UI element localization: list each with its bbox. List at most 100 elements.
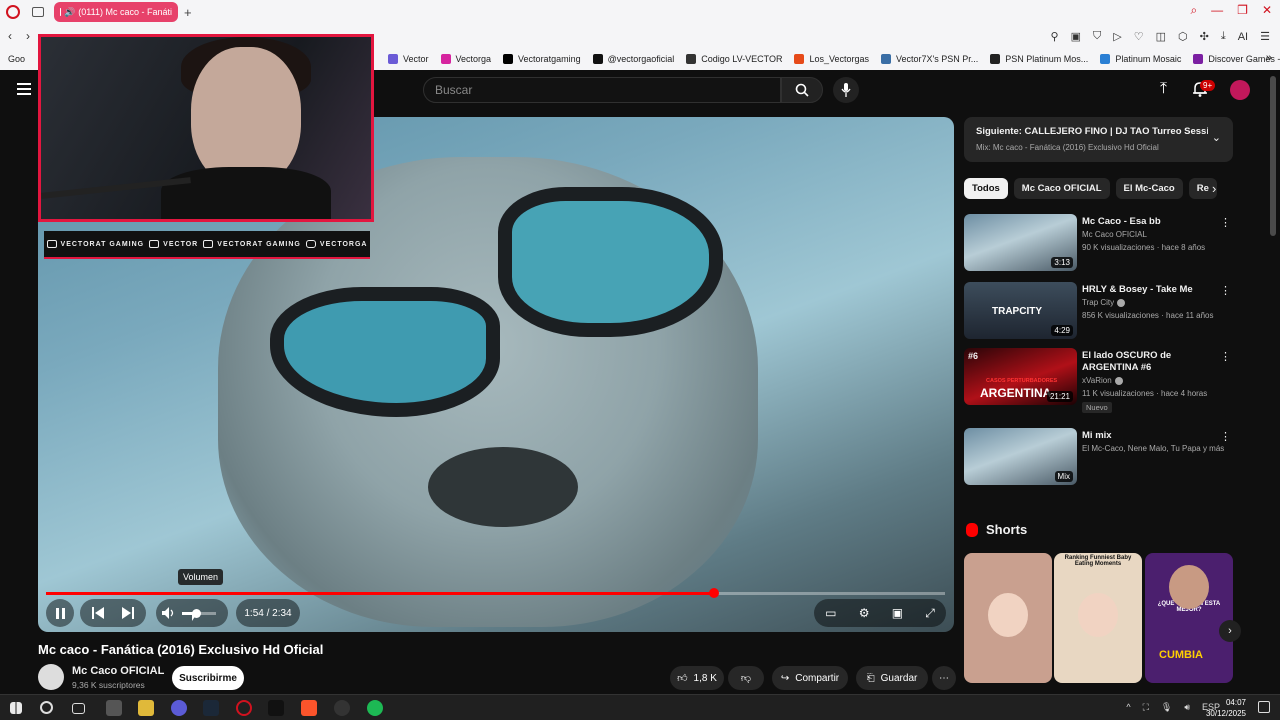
tray-chevron-icon[interactable]: ^ [1126,702,1130,713]
close-button[interactable]: ✕ [1262,3,1272,18]
menu-icon[interactable]: ☰ [1260,30,1270,43]
back-icon[interactable]: ‹ [8,29,12,43]
bookmark-item[interactable]: Vector [388,54,429,64]
channel-avatar[interactable] [38,664,64,690]
next-icon[interactable] [122,607,134,619]
volume-icon[interactable] [162,607,176,619]
bookmark-item[interactable]: Platinum Mosaic [1100,54,1181,64]
upload-icon[interactable]: ⤒ [1160,80,1167,98]
clipboard-icon[interactable]: ▣ [1071,30,1081,43]
bookmark-google[interactable]: Goo [8,54,25,64]
video-thumbnail[interactable]: Mix [964,428,1077,485]
recommendation-item[interactable]: TRAPCITY 4:29 HRLY & Bosey - Take Me Trap C… [964,282,1233,342]
progress-bar[interactable] [46,588,945,598]
save-button[interactable]: ⎗ Guardar [856,666,928,690]
opera-logo-icon[interactable] [6,5,20,19]
video-thumbnail[interactable]: 3:13 [964,214,1077,271]
subscribe-button[interactable]: Suscribirme [172,666,244,690]
pause-button[interactable] [46,599,74,627]
filter-chip[interactable]: Mc Caco OFICIAL [1013,178,1110,199]
forward-icon[interactable]: › [26,29,30,43]
spotify-icon[interactable] [367,700,383,716]
pin-icon[interactable]: ⚲ [1051,30,1059,43]
short-item[interactable]: ¿QUE VERSION ESTA MEJOR?CUMBIA [1145,553,1233,683]
dislike-button[interactable]: 👎︎ [728,666,764,690]
file-explorer-icon[interactable] [138,700,154,716]
user-avatar[interactable] [1230,80,1250,100]
network-icon[interactable]: ⛶ [1143,702,1149,713]
more-actions-button[interactable]: ⋯ [932,666,956,690]
bookmarks-more-icon[interactable]: » [1266,52,1272,64]
opera-icon[interactable] [236,700,252,716]
tab-list-icon[interactable] [32,7,44,17]
aria-ai-button[interactable]: AI [1238,31,1248,43]
volume-slider[interactable] [182,608,216,618]
recommendation-channel[interactable]: El Mc-Caco, Nene Malo, Tu Papa y más [1082,444,1224,453]
chevron-down-icon[interactable]: ⌄ [1212,131,1221,144]
app-icon-1[interactable] [106,700,122,716]
more-options-icon[interactable]: ⋮ [1220,216,1231,229]
bookmark-item[interactable]: Vector7X's PSN Pr... [881,54,978,64]
recommendation-item[interactable]: #6 CASOS PERTURBADORES ARGENTINA 21:21 El la… [964,348,1233,413]
recommendation-title[interactable]: HRLY & Bosey - Take Me [1082,284,1216,296]
epic-games-icon[interactable] [268,700,284,716]
extensions-icon[interactable]: ✣ [1200,30,1209,43]
search-icon[interactable]: ⌕ [1190,3,1197,18]
discord-icon[interactable] [171,700,187,716]
bookmark-item[interactable]: Los_Vectorgas [794,54,869,64]
bookmark-item[interactable]: Vectoratgaming [503,54,581,64]
recommendation-item[interactable]: 3:13 Mc Caco - Esa bb Mc Caco OFICIAL 90 K … [964,214,1233,274]
more-options-icon[interactable]: ⋮ [1220,350,1231,363]
recommendation-title[interactable]: Mc Caco - Esa bb [1082,216,1216,228]
up-next-mix-card[interactable]: Siguiente: CALLEJERO FINO | DJ TAO Turre… [964,117,1233,162]
play-icon[interactable]: ▷ [1113,30,1121,43]
short-item[interactable] [964,553,1052,683]
hamburger-menu-icon[interactable] [17,83,31,95]
windows-start-icon[interactable] [10,702,22,714]
minimize-button[interactable]: — [1211,3,1223,18]
recommendation-title[interactable]: Mi mix [1082,430,1216,442]
progress-scrubber[interactable] [708,588,719,598]
voice-search-button[interactable] [833,77,859,103]
more-options-icon[interactable]: ⋮ [1220,284,1231,297]
new-tab-button[interactable]: + [184,5,192,20]
page-scrollbar[interactable] [1270,76,1276,236]
tab-youtube[interactable]: 🔊 (0111) Mc caco - Fanáti [54,2,178,22]
short-item[interactable]: Ranking Funniest Baby Eating Moments [1054,553,1142,683]
mic-tray-icon[interactable]: 🎙︎ [1161,702,1172,713]
miniplayer-icon[interactable]: ▣ [892,606,903,620]
heart-icon[interactable]: ♡ [1134,30,1144,43]
fullscreen-icon[interactable]: ⤢ [925,606,935,621]
clock[interactable]: 04:07 30/12/2025 [1206,697,1246,719]
steam-icon[interactable] [203,700,219,716]
search-button[interactable] [781,77,823,103]
recommendation-title[interactable]: El lado OSCURO de ARGENTINA #6 [1082,350,1216,374]
brave-icon[interactable] [301,700,317,716]
task-view-icon[interactable] [72,703,85,714]
download-icon[interactable]: ⤓ [1221,30,1226,43]
bookmark-item[interactable]: Vectorga [440,54,491,64]
video-thumbnail[interactable]: #6 CASOS PERTURBADORES ARGENTINA 21:21 [964,348,1077,405]
recommendation-channel[interactable]: Mc Caco OFICIAL [1082,230,1147,239]
cube-icon[interactable]: ⬡ [1178,30,1188,43]
filter-chip[interactable]: El Mc-Caco [1115,178,1183,199]
snapshot-icon[interactable]: ◫ [1156,30,1166,43]
channel-name[interactable]: Mc Caco OFICIAL [72,665,164,677]
settings-gear-icon[interactable]: ⚙ [859,606,870,620]
bookmark-item[interactable]: @vectorgaoficial [592,54,674,64]
previous-icon[interactable] [92,607,104,619]
chevron-right-icon[interactable]: › [1212,181,1216,196]
volume-tray-icon[interactable]: 🔊︎ [1184,702,1190,713]
bookmark-item[interactable]: PSN Platinum Mos... [990,54,1088,64]
shield-icon[interactable]: ⛉ [1093,30,1101,43]
more-options-icon[interactable]: ⋮ [1220,430,1231,443]
recommendation-item[interactable]: Mix Mi mix El Mc-Caco, Nene Malo, Tu Papa … [964,428,1233,488]
recommendation-channel[interactable]: xVaRion [1082,376,1123,385]
notification-center-icon[interactable] [1258,701,1270,713]
search-input[interactable]: Buscar [423,77,781,103]
app-icon-2[interactable] [334,700,350,716]
search-icon[interactable] [40,701,53,714]
filter-chip[interactable]: Todos [964,178,1008,199]
shorts-next-button[interactable]: › [1219,620,1241,642]
restore-button[interactable]: ❐ [1237,3,1248,18]
